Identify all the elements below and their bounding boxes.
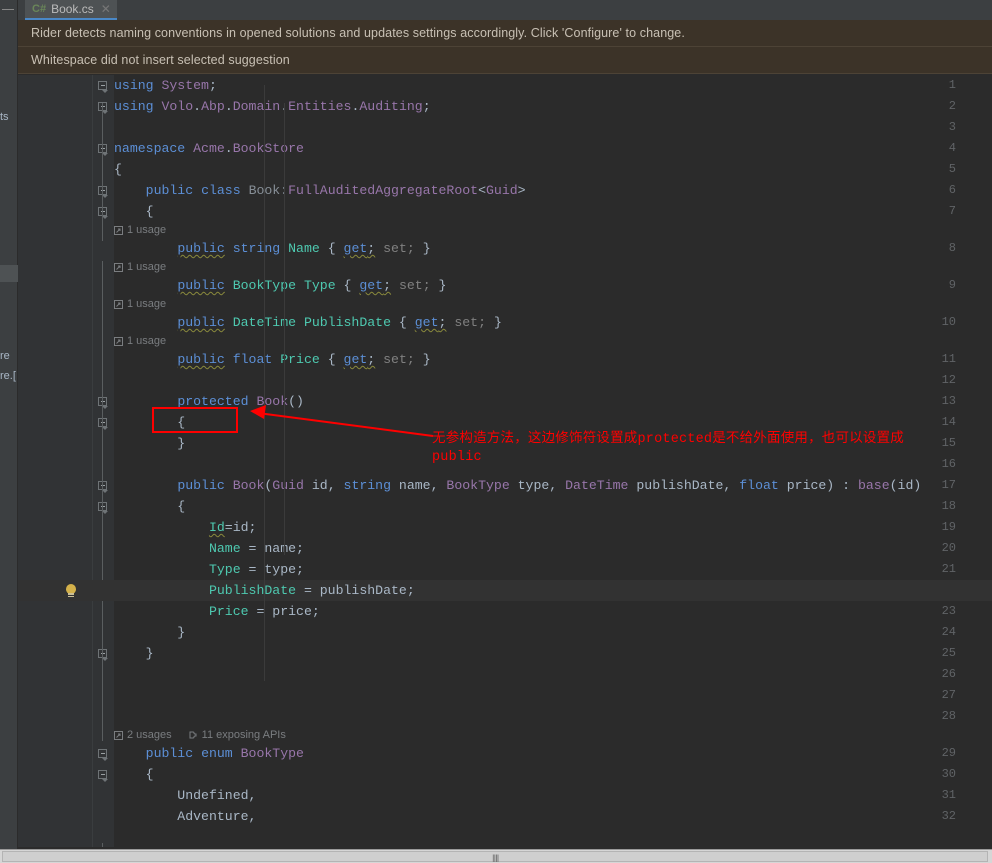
solution-tree-fragment-2[interactable]: re <box>0 350 18 362</box>
solution-tree-fragment-3[interactable]: re.[ <box>0 370 18 382</box>
scrollbar-thumb[interactable]: ‖‖ <box>2 851 988 863</box>
solution-tree-selected-row[interactable] <box>0 265 18 282</box>
tab-label: Book.cs <box>51 2 94 16</box>
annotation-text-line1: 无参构造方法，这边修饰符设置成protected是不给外面使用，也可以设置成 <box>432 432 905 447</box>
csharp-file-icon: C# <box>32 3 47 15</box>
rider-ide-window: ts re re.[ C# Book.cs ✕ Rider detects na… <box>0 0 992 863</box>
window-minimize-dash-icon <box>2 9 14 10</box>
notification-bar-whitespace[interactable]: Whitespace did not insert selected sugge… <box>18 47 992 74</box>
notification-bar-naming-conventions[interactable]: Rider detects naming conventions in open… <box>18 20 992 47</box>
notification-text: Rider detects naming conventions in open… <box>31 26 685 40</box>
solution-tree-fragment-1[interactable]: ts <box>0 111 18 123</box>
code-editor[interactable]: 1234567891011121314151617181920212223242… <box>18 75 992 847</box>
notification-text: Whitespace did not insert selected sugge… <box>31 53 290 67</box>
editor-tab-bar: C# Book.cs ✕ <box>18 0 992 20</box>
annotation-text-line2: public <box>432 450 482 465</box>
close-icon[interactable]: ✕ <box>101 2 111 16</box>
horizontal-scrollbar[interactable]: ‖‖ <box>0 849 992 863</box>
scrollbar-grip-icon: ‖‖ <box>492 854 499 863</box>
tab-book-cs[interactable]: C# Book.cs ✕ <box>25 0 117 20</box>
annotation-arrow <box>250 405 434 437</box>
lightbulb-icon[interactable] <box>65 584 77 598</box>
solution-explorer-strip[interactable]: ts re re.[ <box>0 0 18 849</box>
